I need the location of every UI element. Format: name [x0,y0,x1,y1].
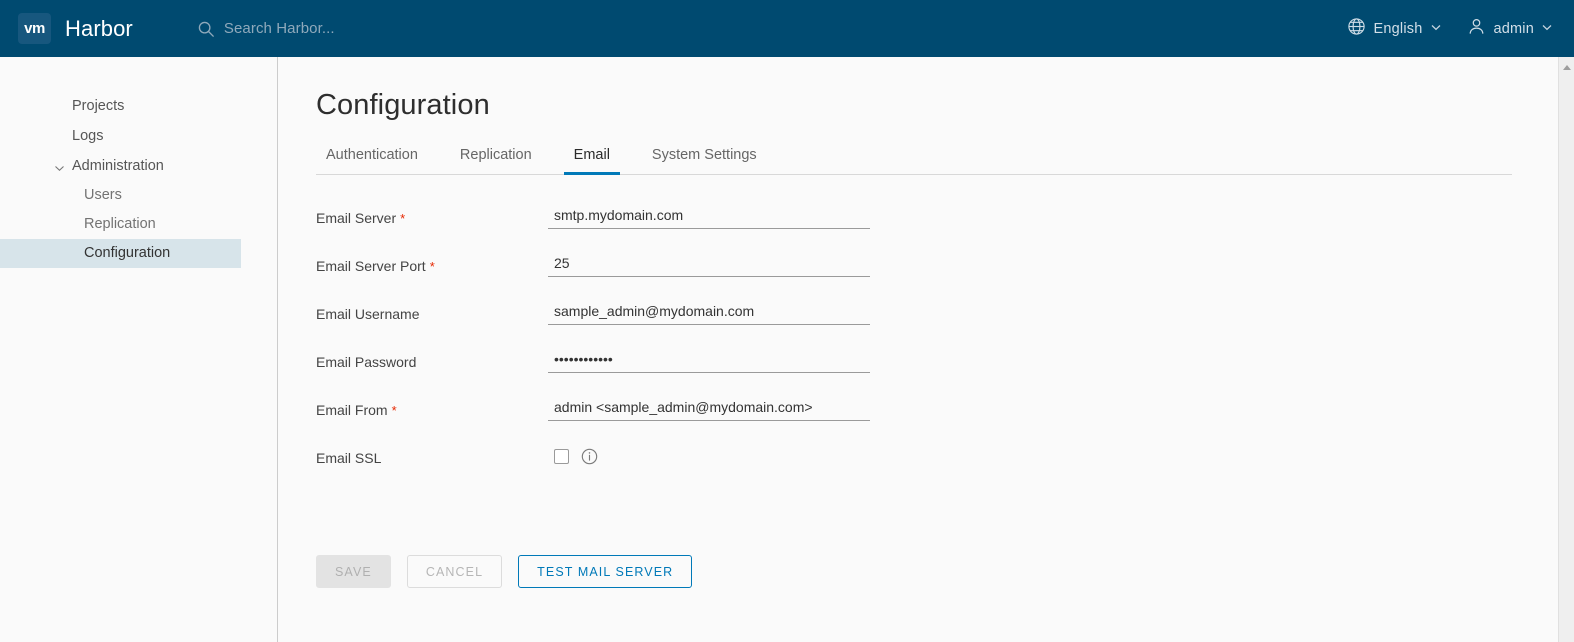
email-password-label: Email Password [316,349,548,371]
language-label: English [1373,20,1423,37]
required-marker: * [429,259,435,274]
email-username-control [548,301,1574,325]
harbor-app: vm Harbor Search Harbor... English admin… [0,0,1574,642]
tab-label: Authentication [326,147,418,163]
sidebar-subitem-label: Configuration [84,245,171,261]
page-title: Configuration [316,89,490,121]
sidebar-item-users[interactable]: Users [0,181,241,210]
field-row-email-password: Email Password [316,349,1574,397]
info-circle-icon[interactable] [581,448,598,465]
email-server-port-label: Email Server Port * [316,253,548,276]
chevron-down-icon [1542,24,1552,34]
sidebar-subitem-label: Replication [84,216,156,232]
field-row-email-from: Email From * [316,397,1574,445]
sidebar-nav: Projects Logs Administration Users Repli… [0,57,278,642]
language-selector[interactable]: English [1347,17,1441,41]
globe-icon [1347,17,1366,41]
email-username-label: Email Username [316,301,548,323]
email-ssl-checkbox[interactable] [554,449,569,464]
required-marker: * [391,403,397,418]
field-row-email-username: Email Username [316,301,1574,349]
email-server-control [548,205,1574,229]
email-server-port-control [548,253,1574,277]
vmware-logo-icon: vm [18,13,51,44]
search-icon [197,20,215,38]
email-username-input[interactable] [548,301,870,325]
user-icon [1467,17,1486,41]
main-content: Configuration Authentication Replication… [278,57,1574,642]
config-tabs: Authentication Replication Email System … [316,140,1512,175]
label-text: Email From [316,402,388,418]
label-text: Email Server [316,210,397,226]
email-config-form: Email Server* Email Server Port* [316,205,1574,588]
sidebar-item-replication[interactable]: Replication [0,210,241,239]
label-text: Email Server Port [316,258,426,274]
email-from-label: Email From * [316,397,548,420]
sidebar-item-label: Logs [72,128,104,144]
header-actions: English admin [1347,17,1574,41]
save-button[interactable]: SAVE [316,555,391,588]
email-ssl-label: Email SSL [316,445,548,467]
email-password-input[interactable] [548,349,870,373]
vmware-logo-text: vm [24,20,45,37]
email-ssl-control [548,445,1574,465]
test-mail-server-button[interactable]: TEST MAIL SERVER [518,555,693,588]
chevron-down-icon [54,161,65,172]
email-from-input[interactable] [548,397,870,421]
sidebar-item-administration[interactable]: Administration [0,151,277,181]
sidebar-item-logs[interactable]: Logs [0,121,277,151]
brand[interactable]: vm Harbor [0,13,133,44]
tab-label: Replication [459,147,532,163]
page-scrollbar[interactable] [1558,57,1574,642]
email-from-control [548,397,1574,421]
required-marker: * [400,211,406,226]
user-menu[interactable]: admin [1467,17,1553,41]
chevron-down-icon [1431,24,1441,34]
body-area: Projects Logs Administration Users Repli… [0,57,1574,642]
form-actions: SAVE CANCEL TEST MAIL SERVER [316,555,1574,588]
field-row-email-ssl: Email SSL [316,445,1574,493]
email-password-control [548,349,1574,373]
sidebar-item-projects[interactable]: Projects [0,91,277,121]
search-input[interactable]: Search Harbor... [224,20,335,37]
sidebar-subitem-label: Users [84,187,122,203]
email-server-port-input[interactable] [548,253,870,277]
sidebar-item-label: Administration [72,158,164,174]
tab-label: Email [573,147,610,163]
caret-up-icon[interactable] [1562,60,1572,70]
field-row-email-server: Email Server * [316,205,1574,253]
tab-replication[interactable]: Replication [450,141,542,175]
sidebar-item-configuration[interactable]: Configuration [0,239,241,268]
cancel-button[interactable]: CANCEL [406,555,503,588]
label-text: Email SSL [316,450,382,466]
app-title: Harbor [65,15,133,41]
field-row-email-server-port: Email Server Port * [316,253,1574,301]
label-text: Email Username [316,306,420,322]
top-header: vm Harbor Search Harbor... English admin [0,0,1574,57]
tab-label: System Settings [651,147,757,163]
label-text: Email Password [316,354,417,370]
user-label: admin [1493,20,1534,37]
sidebar-item-label: Projects [72,98,125,114]
email-server-label: Email Server * [316,205,548,228]
search-bar[interactable]: Search Harbor... [197,20,335,38]
email-server-input[interactable] [548,205,870,229]
tab-email[interactable]: Email [563,141,620,175]
tab-authentication[interactable]: Authentication [316,141,428,175]
tab-system-settings[interactable]: System Settings [642,141,767,175]
